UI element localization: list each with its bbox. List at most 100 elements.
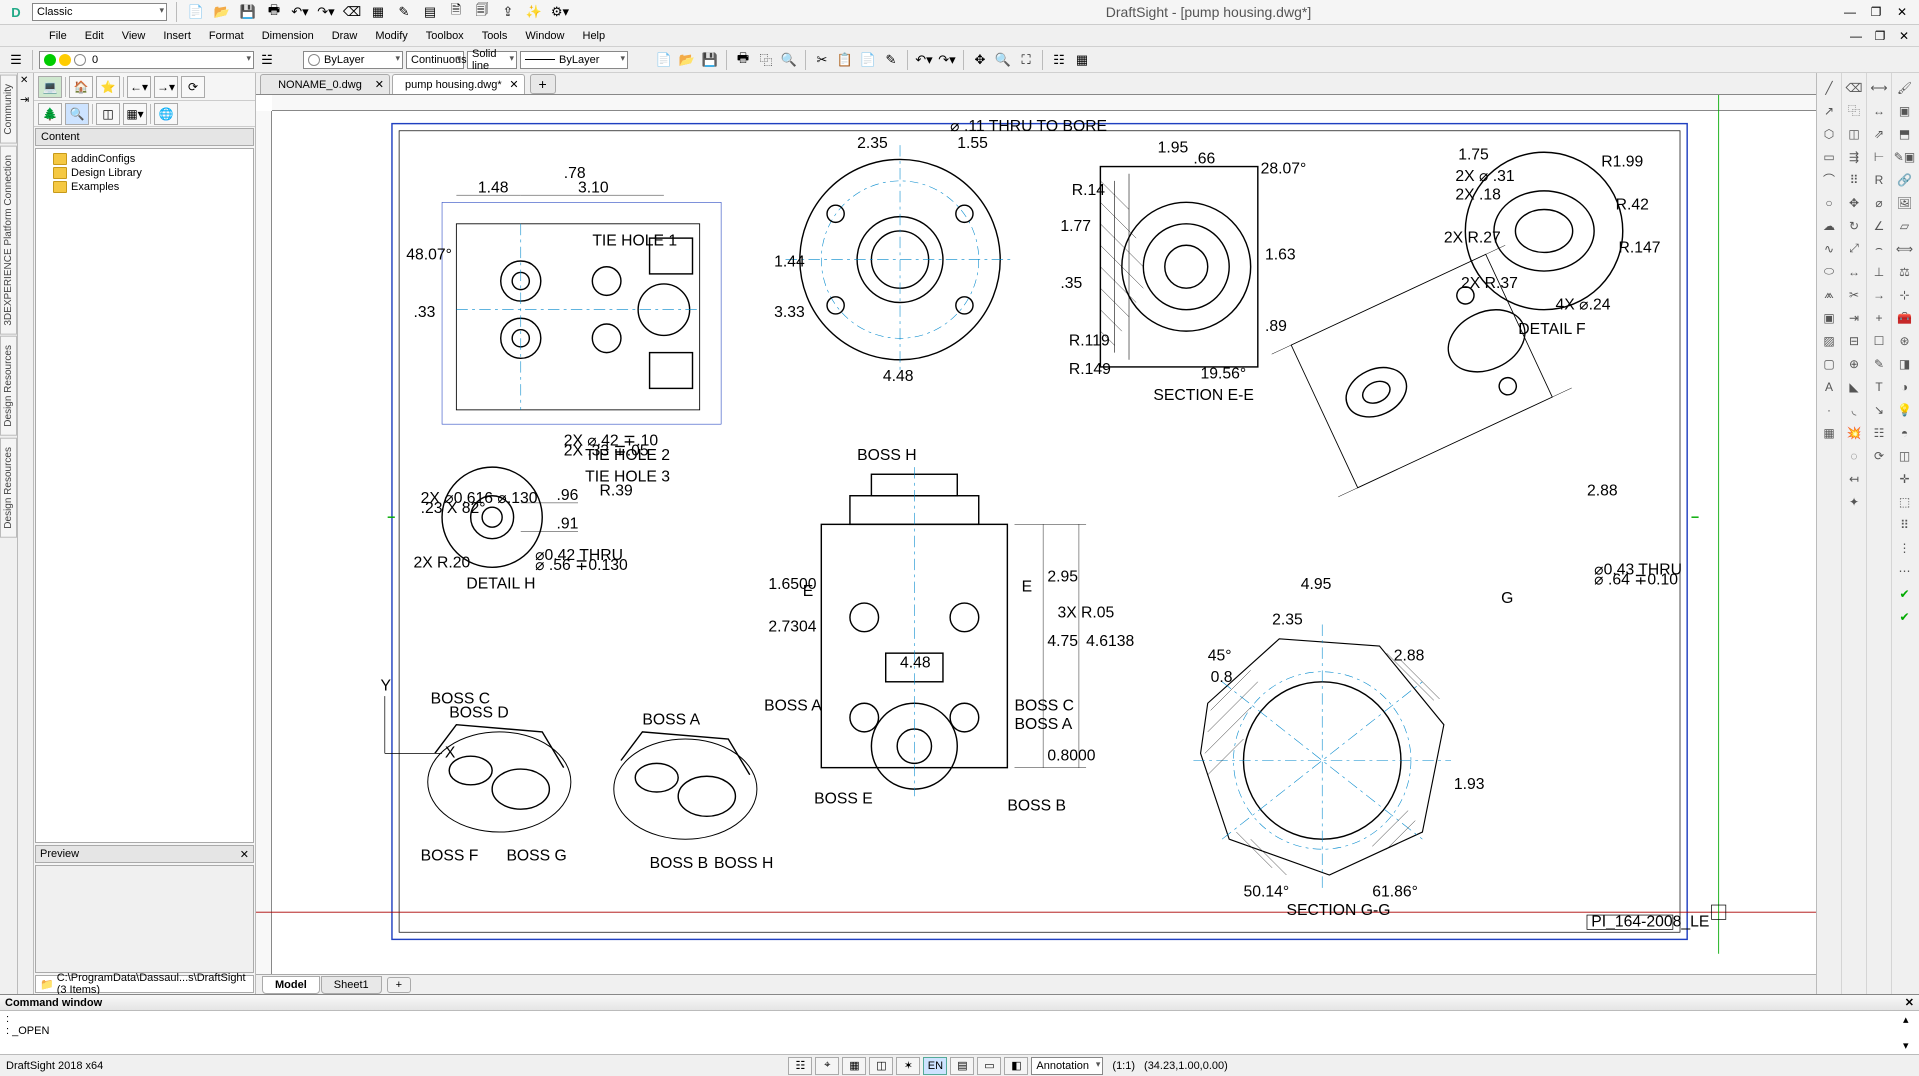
- pan-icon[interactable]: ✥: [970, 50, 990, 70]
- preview-icon[interactable]: ▦: [368, 2, 388, 22]
- region-icon[interactable]: ▢: [1819, 353, 1840, 374]
- drawing-canvas[interactable]: Y X: [256, 95, 1816, 974]
- vtab-design-resources-2[interactable]: Design Resources: [0, 438, 17, 538]
- image-icon[interactable]: 🖼: [1894, 192, 1915, 213]
- status-polar-btn[interactable]: ✶: [896, 1057, 920, 1075]
- grid-icon[interactable]: ▤: [420, 2, 440, 22]
- preview-close-icon[interactable]: ✕: [240, 848, 249, 861]
- pal-home-btn[interactable]: 🏠: [69, 76, 93, 98]
- palette-pin-icon[interactable]: ⇥: [20, 93, 29, 106]
- file-tab-pump-housing[interactable]: pump housing.dwg* ✕: [392, 74, 525, 94]
- annotation-scale-dropdown[interactable]: Annotation: [1031, 1057, 1103, 1075]
- infiniteline-icon[interactable]: ↗: [1819, 100, 1840, 121]
- properties-painter-icon[interactable]: 🖌: [1894, 77, 1915, 98]
- tolerance-icon[interactable]: ☐: [1869, 330, 1890, 351]
- new-icon[interactable]: 📄: [186, 2, 206, 22]
- pal-viewops-btn[interactable]: ◫: [96, 103, 120, 125]
- continue-dim-icon[interactable]: →: [1869, 284, 1890, 305]
- close-button[interactable]: ✕: [1893, 4, 1911, 20]
- status-properties-btn[interactable]: ☷: [788, 1057, 812, 1075]
- status-snap-btn[interactable]: ⌖: [815, 1057, 839, 1075]
- change-length-icon[interactable]: ↤: [1844, 468, 1865, 489]
- chamfer-icon[interactable]: ◣: [1844, 376, 1865, 397]
- editblock-icon[interactable]: ✎▣: [1894, 146, 1915, 167]
- split-icon[interactable]: ⊟: [1844, 330, 1865, 351]
- insert-block-icon[interactable]: ⬒: [1894, 123, 1915, 144]
- sheet-add-button[interactable]: +: [387, 977, 411, 993]
- block-icon[interactable]: ▣: [1819, 307, 1840, 328]
- ellipse-icon[interactable]: ⬭: [1819, 261, 1840, 282]
- extend-icon[interactable]: ⇥: [1844, 307, 1865, 328]
- command-window-header[interactable]: Command window ✕: [0, 995, 1919, 1011]
- scroll-down-icon[interactable]: ▾: [1903, 1039, 1917, 1052]
- lineweight-dropdown[interactable]: Solid line: [467, 51, 517, 69]
- revision-cloud-icon[interactable]: ☁: [1819, 215, 1840, 236]
- undo2-icon[interactable]: ↶▾: [914, 50, 934, 70]
- match-icon[interactable]: ✎: [881, 50, 901, 70]
- leader-icon[interactable]: ↘: [1869, 399, 1890, 420]
- vtab-3dexperience[interactable]: 3DEXPERIENCE Platform Connection: [0, 146, 17, 335]
- status-ortho-btn[interactable]: ◫: [869, 1057, 893, 1075]
- pal-favorites-btn[interactable]: ⭐: [96, 76, 120, 98]
- power-trim-icon[interactable]: ✦: [1844, 491, 1865, 512]
- select-matching-icon[interactable]: ◌: [1844, 445, 1865, 466]
- status-esnap-btn[interactable]: EN: [923, 1057, 947, 1075]
- toolbox-icon[interactable]: 🧰: [1894, 307, 1915, 328]
- resources-icon[interactable]: 🗐: [472, 2, 492, 22]
- check1-icon[interactable]: ✔: [1894, 583, 1915, 604]
- linestyle-dropdown[interactable]: ByLayer: [520, 51, 628, 69]
- pal-refresh-btn[interactable]: ⟳: [181, 76, 205, 98]
- rotate-icon[interactable]: ↻: [1844, 215, 1865, 236]
- print-icon[interactable]: 🖶: [264, 2, 284, 22]
- menu-modify[interactable]: Modify: [366, 27, 416, 45]
- qsave-icon[interactable]: 💾: [700, 50, 720, 70]
- save-icon[interactable]: 💾: [238, 2, 258, 22]
- pal-search-btn[interactable]: 🔍: [65, 103, 89, 125]
- copy-entities-icon[interactable]: ⿻: [1844, 100, 1865, 121]
- minimize-button[interactable]: —: [1841, 4, 1859, 20]
- distance-icon[interactable]: ⟺: [1894, 238, 1915, 259]
- delete-icon[interactable]: ⌫: [1844, 77, 1865, 98]
- menu-format[interactable]: Format: [200, 27, 253, 45]
- ucs-icon[interactable]: ✛: [1894, 468, 1915, 489]
- file-tab-noname[interactable]: NONAME_0.dwg ✕: [260, 74, 390, 94]
- polygon-icon[interactable]: ⬡: [1819, 123, 1840, 144]
- paste-icon[interactable]: 📄: [858, 50, 878, 70]
- menu-tools[interactable]: Tools: [473, 27, 517, 45]
- xref-icon[interactable]: 🔗: [1894, 169, 1915, 190]
- area-icon[interactable]: ▱: [1894, 215, 1915, 236]
- zoom-bounds-icon[interactable]: ⛶: [1016, 50, 1036, 70]
- arc-icon[interactable]: ⌒: [1819, 169, 1840, 190]
- aligned-dim-icon[interactable]: ⇗: [1869, 123, 1890, 144]
- tree-item-design-library[interactable]: Design Library: [39, 166, 250, 180]
- getxy-icon[interactable]: ⊹: [1894, 284, 1915, 305]
- render-icon[interactable]: ◑: [1894, 376, 1915, 397]
- pal-back-btn[interactable]: ←▾: [127, 76, 151, 98]
- menu-insert[interactable]: Insert: [154, 27, 200, 45]
- stretch-icon[interactable]: ↔: [1844, 261, 1865, 282]
- dim-update-icon[interactable]: ⟳: [1869, 445, 1890, 466]
- command-body[interactable]: : : _OPEN ▴ ▾: [0, 1011, 1919, 1054]
- layer-prev-icon[interactable]: ☱: [257, 50, 277, 70]
- qnew-icon[interactable]: 📄: [654, 50, 674, 70]
- constraints-icon[interactable]: ⊛: [1894, 330, 1915, 351]
- menu-toolbox[interactable]: Toolbox: [417, 27, 473, 45]
- scale-icon[interactable]: ⤢: [1844, 238, 1865, 259]
- menu-window[interactable]: Window: [516, 27, 573, 45]
- settings-icon[interactable]: ⚙▾: [550, 2, 570, 22]
- move-icon[interactable]: ✥: [1844, 192, 1865, 213]
- weld-icon[interactable]: ⊕: [1844, 353, 1865, 374]
- dots-icon[interactable]: ⠿: [1894, 514, 1915, 535]
- fillet-icon[interactable]: ◟: [1844, 399, 1865, 420]
- linear-dim-icon[interactable]: ↔: [1869, 100, 1890, 121]
- mirror-icon[interactable]: ◫: [1844, 123, 1865, 144]
- clip-copy-icon[interactable]: 📋: [835, 50, 855, 70]
- material-icon[interactable]: ◓: [1894, 422, 1915, 443]
- arc-length-dim-icon[interactable]: ⌢: [1869, 238, 1890, 259]
- point-icon[interactable]: ·: [1819, 399, 1840, 420]
- text-icon[interactable]: T: [1869, 376, 1890, 397]
- doc-close-button[interactable]: ✕: [1895, 28, 1913, 44]
- export-icon[interactable]: ⇪: [498, 2, 518, 22]
- erase-icon[interactable]: ⌫: [342, 2, 362, 22]
- props-icon[interactable]: ☷: [1049, 50, 1069, 70]
